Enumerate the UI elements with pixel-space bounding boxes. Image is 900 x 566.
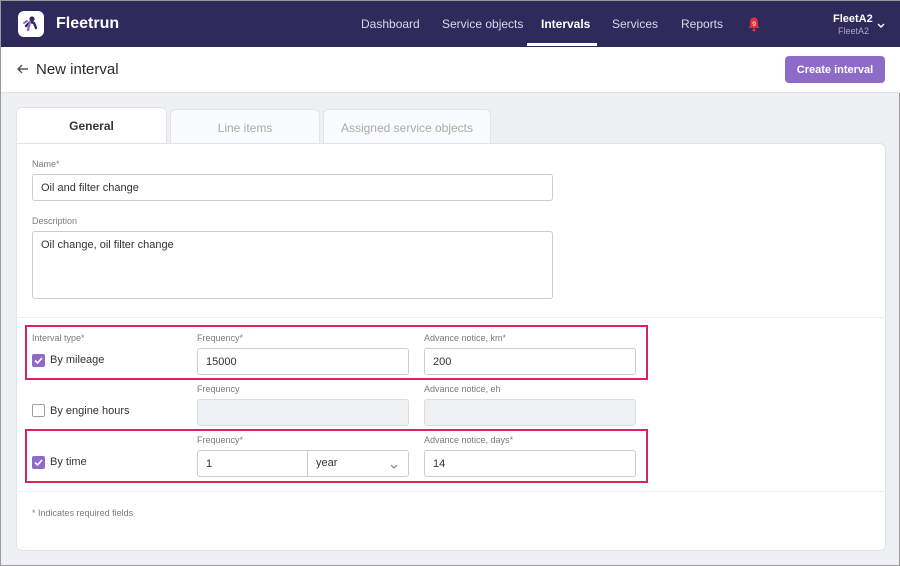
description-label: Description: [32, 216, 78, 226]
by-time-checkbox[interactable]: [32, 456, 45, 469]
tab-general[interactable]: General: [16, 107, 167, 143]
user-name[interactable]: FleetA2: [833, 13, 873, 25]
mileage-frequency-input[interactable]: [197, 348, 409, 375]
by-mileage-label[interactable]: By mileage: [50, 354, 104, 366]
tab-assigned-service-objects[interactable]: Assigned service objects: [323, 109, 491, 144]
brand-name: Fleetrun: [56, 15, 120, 32]
required-fields-note: * Indicates required fields: [32, 508, 134, 518]
interval-type-label: Interval type*: [32, 333, 85, 343]
checkmark-icon: [34, 357, 43, 365]
time-frequency-input[interactable]: [197, 450, 308, 477]
by-engine-hours-label[interactable]: By engine hours: [50, 405, 130, 417]
chevron-down-icon[interactable]: [390, 459, 398, 473]
engine-hours-frequency-label: Frequency: [197, 384, 240, 394]
mileage-notice-label: Advance notice, km*: [424, 333, 507, 343]
time-notice-input[interactable]: [424, 450, 636, 477]
nav-intervals[interactable]: Intervals: [541, 17, 590, 31]
mileage-notice-input[interactable]: [424, 348, 636, 375]
create-interval-button[interactable]: Create interval: [785, 56, 885, 83]
engine-hours-notice-label: Advance notice, eh: [424, 384, 501, 394]
description-textarea[interactable]: Oil change, oil filter change: [32, 231, 553, 299]
name-input[interactable]: [32, 174, 553, 201]
by-engine-hours-checkbox[interactable]: [32, 404, 45, 417]
engine-hours-frequency-input: [197, 399, 409, 426]
by-time-label[interactable]: By time: [50, 456, 87, 468]
fleetrun-logo-icon[interactable]: [18, 11, 44, 37]
checkmark-icon: [34, 459, 43, 467]
top-navigation-bar: Fleetrun Dashboard Service objects Inter…: [1, 1, 900, 47]
section-divider: [16, 491, 886, 492]
notification-count: 9: [752, 21, 756, 28]
nav-service-objects[interactable]: Service objects: [442, 17, 523, 31]
notifications-bell-icon[interactable]: 9: [746, 16, 762, 35]
time-notice-label: Advance notice, days*: [424, 435, 514, 445]
back-arrow-icon[interactable]: [16, 62, 30, 79]
engine-hours-notice-input: [424, 399, 636, 426]
name-label: Name*: [32, 159, 60, 169]
time-frequency-label: Frequency*: [197, 435, 244, 445]
page-header: New interval Create interval: [1, 47, 900, 93]
tab-line-items[interactable]: Line items: [170, 109, 320, 144]
nav-active-indicator: [527, 43, 597, 46]
user-account: FleetA2: [838, 26, 870, 36]
nav-reports[interactable]: Reports: [681, 17, 723, 31]
mileage-frequency-label: Frequency*: [197, 333, 244, 343]
nav-services[interactable]: Services: [612, 17, 658, 31]
user-menu-chevron-down-icon[interactable]: [877, 18, 885, 32]
nav-dashboard[interactable]: Dashboard: [361, 17, 420, 31]
by-mileage-checkbox[interactable]: [32, 354, 45, 367]
page-title: New interval: [36, 61, 119, 78]
section-divider: [16, 317, 886, 318]
app-window: Fleetrun Dashboard Service objects Inter…: [0, 0, 900, 566]
